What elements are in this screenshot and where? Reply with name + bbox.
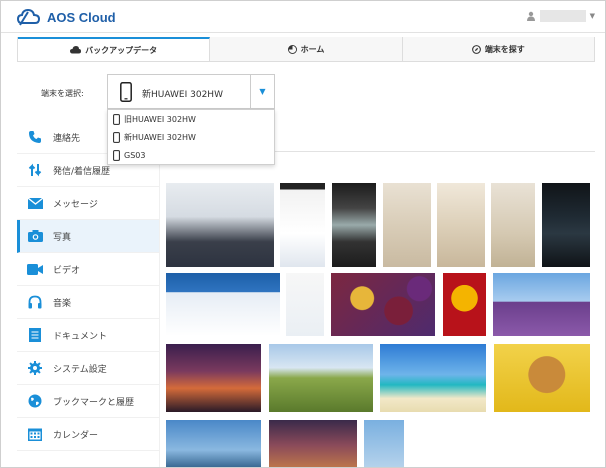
tab-label: ホーム — [300, 44, 325, 54]
sidebar-item-label: 発信/着信履歴 — [53, 166, 111, 177]
device-dropdown-button[interactable]: ▼ — [250, 75, 274, 108]
sidebar-item-label: メッセージ — [53, 199, 98, 210]
tab-find-device[interactable]: 端末を探す — [402, 37, 594, 61]
device-option-label: 旧HUAWEI 302HW — [124, 114, 196, 124]
cloud-icon — [70, 46, 82, 54]
smartphone-icon — [113, 131, 120, 143]
photo-thumbnail[interactable] — [542, 183, 590, 267]
photo-thumbnail[interactable] — [491, 183, 535, 267]
video-icon — [27, 261, 43, 277]
device-option-label: 新HUAWEI 302HW — [124, 132, 196, 142]
sidebar-item-music[interactable]: 音楽 — [17, 286, 159, 319]
photo-gallery — [159, 151, 595, 467]
photo-thumbnail[interactable] — [332, 183, 376, 267]
photo-thumbnail[interactable] — [437, 183, 485, 267]
photo-thumbnail[interactable] — [331, 273, 435, 336]
sidebar-item-label: ビデオ — [53, 265, 81, 276]
compass-icon — [471, 44, 481, 54]
call-history-icon — [27, 162, 43, 178]
user-menu[interactable]: ▼ — [526, 10, 595, 22]
tab-label: 端末を探す — [484, 44, 525, 54]
calendar-icon — [27, 426, 43, 442]
sidebar-item-label: ドキュメント — [53, 331, 108, 342]
photo-thumbnail[interactable] — [443, 273, 486, 336]
photo-thumbnail[interactable] — [493, 273, 590, 336]
photo-thumbnail[interactable] — [280, 183, 325, 267]
envelope-icon — [27, 195, 43, 211]
sidebar-item-bookmarks[interactable]: ブックマークと履歴 — [17, 385, 159, 418]
user-name-box — [539, 10, 586, 22]
chevron-down-icon: ▼ — [259, 87, 266, 96]
sidebar-item-label: システム設定 — [53, 364, 107, 375]
sidebar-item-video[interactable]: ビデオ — [17, 253, 159, 286]
tab-backup-data[interactable]: バックアップデータ — [18, 37, 211, 61]
smartphone-icon — [113, 149, 120, 161]
sidebar-item-label: 写真 — [53, 232, 72, 243]
sidebar-item-photos[interactable]: 写真 — [17, 220, 159, 253]
photo-thumbnail[interactable] — [383, 183, 431, 267]
headphones-icon — [27, 294, 43, 310]
globe-icon — [27, 393, 43, 409]
photo-thumbnail[interactable] — [380, 344, 486, 412]
device-selected-value: 新HUAWEI 302HW — [142, 90, 223, 100]
user-icon — [526, 11, 535, 21]
device-option[interactable]: GS03 — [108, 146, 274, 164]
device-option-label: GS03 — [124, 150, 146, 160]
photo-thumbnail[interactable] — [166, 183, 274, 267]
sidebar-item-system-settings[interactable]: システム設定 — [17, 352, 159, 385]
device-dropdown-list: 旧HUAWEI 302HW 新HUAWEI 302HW GS03 — [107, 109, 275, 165]
app-header: AOS Cloud ▼ — [1, 1, 605, 33]
photo-thumbnail[interactable] — [166, 344, 261, 412]
photo-thumbnail[interactable] — [494, 344, 590, 412]
device-select-label: 端末を選択: — [41, 89, 84, 98]
sidebar-item-messages[interactable]: メッセージ — [17, 187, 159, 220]
photo-thumbnail[interactable] — [286, 273, 324, 336]
device-option[interactable]: 新HUAWEI 302HW — [108, 128, 274, 146]
sidebar-item-label: ブックマークと履歴 — [53, 397, 135, 408]
device-select[interactable]: 新HUAWEI 302HW ▼ — [107, 74, 275, 109]
photo-thumbnail[interactable] — [364, 420, 404, 467]
gear-icon — [27, 360, 43, 376]
app-title: AOS Cloud — [47, 9, 116, 25]
document-icon — [27, 327, 43, 343]
tab-home[interactable]: ホーム — [210, 37, 403, 61]
tab-label: バックアップデータ — [85, 45, 158, 55]
device-option[interactable]: 旧HUAWEI 302HW — [108, 110, 274, 128]
sidebar-item-label: 音楽 — [53, 298, 72, 309]
phone-icon — [27, 129, 43, 145]
sidebar-item-calendar[interactable]: カレンダー — [17, 418, 159, 451]
smartphone-icon — [113, 113, 120, 125]
sidebar-item-label: カレンダー — [53, 430, 99, 441]
pie-icon — [287, 44, 297, 54]
photo-thumbnail[interactable] — [166, 273, 280, 336]
sidebar: 連絡先 発信/着信履歴 メッセージ 写真 ビデオ 音楽 ドキュメント システム設… — [17, 121, 159, 467]
main-tabs: バックアップデータ ホーム 端末を探す — [17, 37, 595, 62]
aos-cloud-logo[interactable]: AOS Cloud — [17, 7, 116, 27]
photo-thumbnail[interactable] — [269, 344, 373, 412]
photo-thumbnail[interactable] — [166, 420, 261, 467]
photo-thumbnail[interactable] — [269, 420, 357, 467]
app-window: AOS Cloud ▼ バックアップデータ ホーム 端末を探す 端末を選択: 新… — [0, 0, 606, 468]
chevron-down-icon: ▼ — [589, 12, 595, 20]
camera-icon — [27, 228, 43, 244]
cloud-logo-icon — [17, 8, 41, 26]
smartphone-icon — [120, 82, 132, 102]
sidebar-item-label: 連絡先 — [53, 133, 81, 144]
sidebar-item-documents[interactable]: ドキュメント — [17, 319, 159, 352]
